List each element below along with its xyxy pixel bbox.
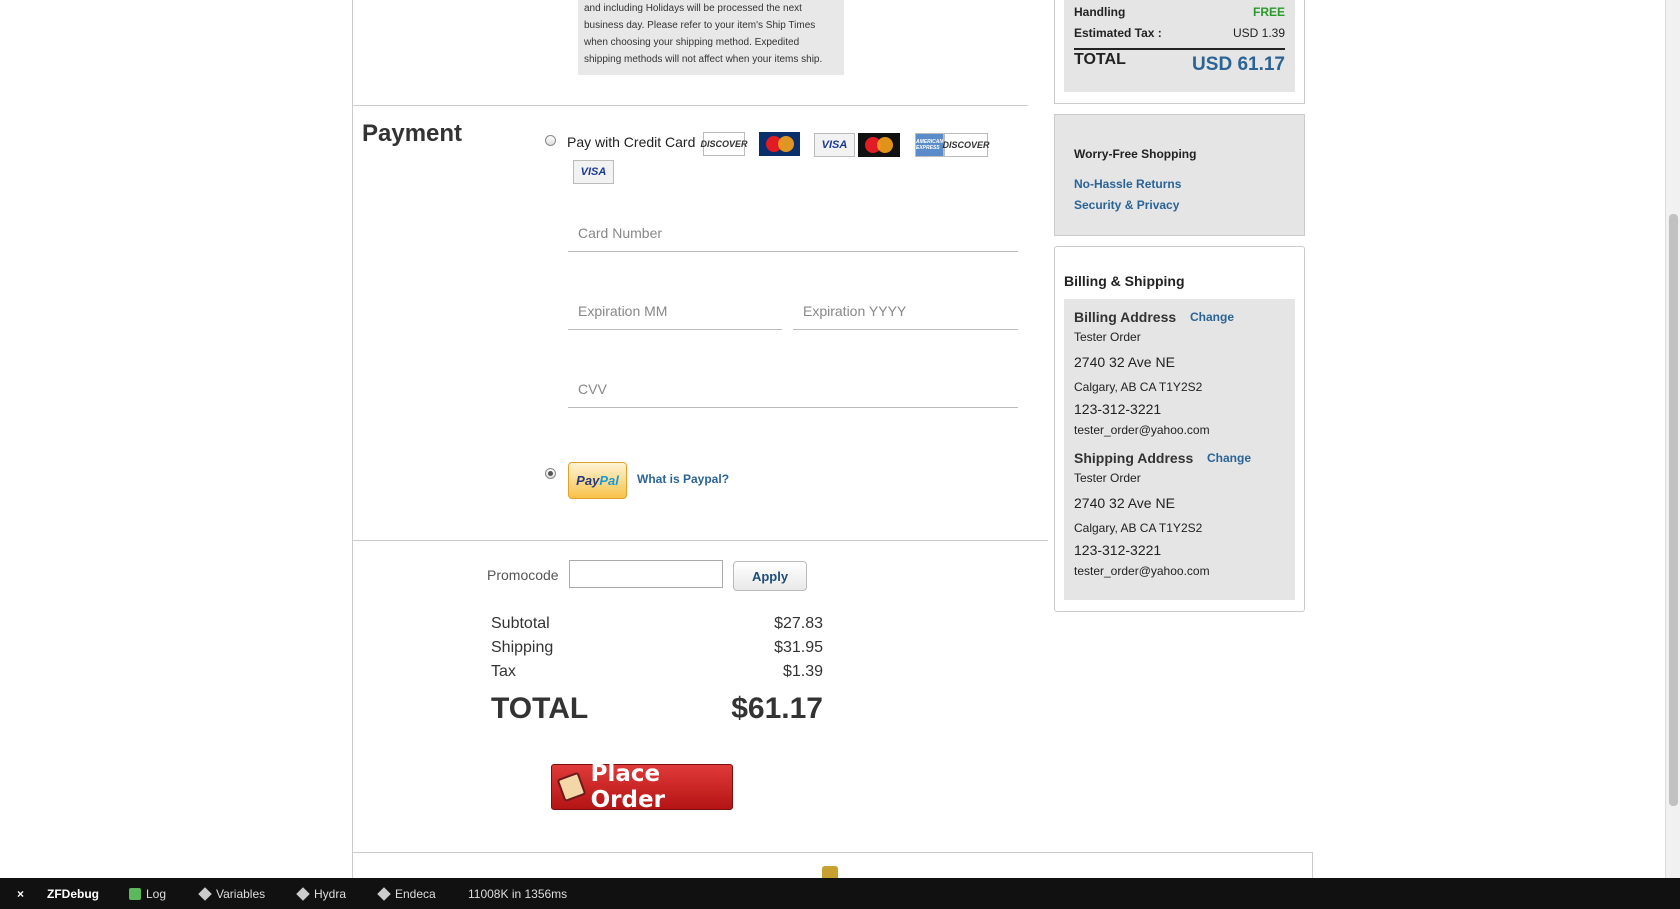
shipping-address-heading: Shipping Address: [1074, 450, 1194, 466]
debug-log-tab[interactable]: Log: [129, 887, 166, 901]
change-billing-link[interactable]: Change: [1190, 310, 1234, 324]
visa-card-icon: VISA: [573, 160, 614, 184]
debug-variables-tab[interactable]: Variables: [198, 886, 266, 901]
billing-shipping-box: Billing & Shipping Billing Address Chang…: [1054, 246, 1305, 612]
order-totals-box: Handling FREE Estimated Tax : USD 1.39 T…: [1054, 0, 1305, 104]
debug-title[interactable]: ZFDebug: [47, 887, 99, 901]
debug-stats: 11008K in 1356ms: [468, 886, 568, 901]
total-value: $61.17: [731, 692, 823, 725]
sidebar-total-value: USD 61.17: [1192, 54, 1285, 75]
shipping-city: Calgary, AB CA T1Y2S2: [1074, 521, 1203, 535]
paypal-logo-text: Pal: [599, 473, 619, 488]
cvv-input[interactable]: [568, 370, 1018, 408]
estimated-tax-label: Estimated Tax :: [1074, 26, 1162, 40]
tax-label: Tax: [491, 663, 516, 680]
promocode-input[interactable]: [569, 560, 723, 588]
paypal-logo-text: Pay: [576, 473, 600, 488]
puzzle-icon: [129, 887, 141, 900]
debug-endeca-label: Endeca: [395, 886, 436, 901]
mastercard-icon: [858, 133, 900, 157]
shipping-note-line: business day. Please refer to your item'…: [584, 20, 816, 31]
visa-card-icon: VISA: [814, 133, 855, 157]
place-order-label: Place Order: [590, 761, 665, 813]
subtotal-value: $27.83: [774, 615, 823, 632]
box-icon: [198, 886, 212, 901]
section-divider: [352, 540, 1048, 541]
debug-hydra-label: Hydra: [314, 886, 347, 901]
price-tag-icon: [556, 771, 587, 803]
shipping-label: Shipping: [491, 639, 554, 656]
total-label: TOTAL: [491, 692, 589, 725]
change-shipping-link[interactable]: Change: [1207, 451, 1251, 465]
debug-hydra-tab[interactable]: Hydra: [296, 886, 347, 901]
shipping-email: tester_order@yahoo.com: [1074, 564, 1210, 578]
debug-variables-label: Variables: [216, 886, 266, 901]
address-panel: Billing Address Change Tester Order 2740…: [1064, 299, 1295, 600]
amex-card-icon: AMERICAN EXPRESS: [915, 133, 944, 157]
billing-street: 2740 32 Ave NE: [1074, 354, 1175, 370]
subtotal-label: Subtotal: [491, 615, 550, 632]
billing-shipping-title: Billing & Shipping: [1064, 273, 1185, 289]
credit-card-radio[interactable]: [545, 135, 556, 146]
discover-card-icon: DISCOVER: [701, 132, 748, 156]
worry-free-title: Worry-Free Shopping: [1074, 147, 1197, 161]
what-is-paypal-link[interactable]: What is Paypal?: [637, 472, 729, 486]
shipping-phone: 123-312-3221: [1074, 542, 1162, 558]
debug-close-button[interactable]: ×: [17, 887, 24, 901]
subtotal-row: Subtotal $27.83: [491, 615, 823, 633]
sidebar-total-label: TOTAL: [1074, 51, 1126, 68]
apply-promocode-button[interactable]: Apply: [733, 561, 807, 591]
billing-phone: 123-312-3221: [1074, 401, 1162, 417]
scrollbar-thumb[interactable]: [1669, 214, 1678, 806]
shipping-name: Tester Order: [1074, 471, 1141, 485]
discover-card-icon: DISCOVER: [943, 133, 990, 157]
paypal-radio[interactable]: [545, 468, 556, 479]
expiration-year-input[interactable]: [793, 292, 1018, 330]
security-privacy-link[interactable]: Security & Privacy: [1074, 198, 1179, 212]
shipping-value: $31.95: [774, 639, 823, 656]
mastercard-icon: [759, 132, 800, 156]
billing-email: tester_order@yahoo.com: [1074, 423, 1210, 437]
section-divider: [352, 852, 1313, 853]
place-order-button[interactable]: Place Order: [551, 761, 733, 813]
box-icon: [377, 886, 391, 901]
shipping-row: Shipping $31.95: [491, 639, 823, 657]
zfdebug-toolbar: × ZFDebug Log Variables Hydra Endeca 110…: [0, 878, 1680, 909]
section-divider: [352, 105, 1028, 106]
tax-value: $1.39: [782, 663, 823, 680]
payment-title: Payment: [362, 120, 463, 147]
box-icon: [296, 886, 310, 901]
shipping-note: and including Holidays will be processed…: [578, 0, 844, 75]
handling-value: FREE: [1252, 5, 1285, 19]
expiration-month-input[interactable]: [568, 292, 782, 330]
shipping-street: 2740 32 Ave NE: [1074, 495, 1175, 511]
paypal-logo[interactable]: Pay Pal: [568, 462, 627, 499]
promocode-label: Promocode: [487, 567, 559, 583]
shipping-note-line: and including Holidays will be processed…: [584, 3, 802, 14]
shipping-note-line: when choosing your shipping method. Expe…: [584, 37, 800, 48]
card-number-input[interactable]: [568, 214, 1018, 252]
billing-city: Calgary, AB CA T1Y2S2: [1074, 380, 1203, 394]
order-totals-panel: Handling FREE Estimated Tax : USD 1.39 T…: [1064, 0, 1295, 92]
page-scrollbar[interactable]: [1665, 0, 1680, 878]
estimated-tax-value: USD 1.39: [1232, 26, 1285, 40]
debug-endeca-tab[interactable]: Endeca: [377, 886, 436, 901]
tax-row: Tax $1.39: [491, 663, 823, 681]
shipping-note-line: shipping methods will not affect when yo…: [584, 54, 823, 65]
handling-label: Handling: [1074, 5, 1126, 19]
billing-address-heading: Billing Address: [1074, 309, 1177, 325]
debug-log-label: Log: [146, 886, 167, 901]
billing-name: Tester Order: [1074, 330, 1141, 344]
totals-divider: [1074, 48, 1285, 50]
total-row: TOTAL $61.17: [491, 692, 823, 726]
worry-free-box: Worry-Free Shopping No-Hassle Returns Se…: [1054, 114, 1305, 236]
lock-icon: [822, 866, 838, 878]
no-hassle-returns-link[interactable]: No-Hassle Returns: [1074, 177, 1181, 191]
credit-card-label[interactable]: Pay with Credit Card: [567, 134, 695, 150]
